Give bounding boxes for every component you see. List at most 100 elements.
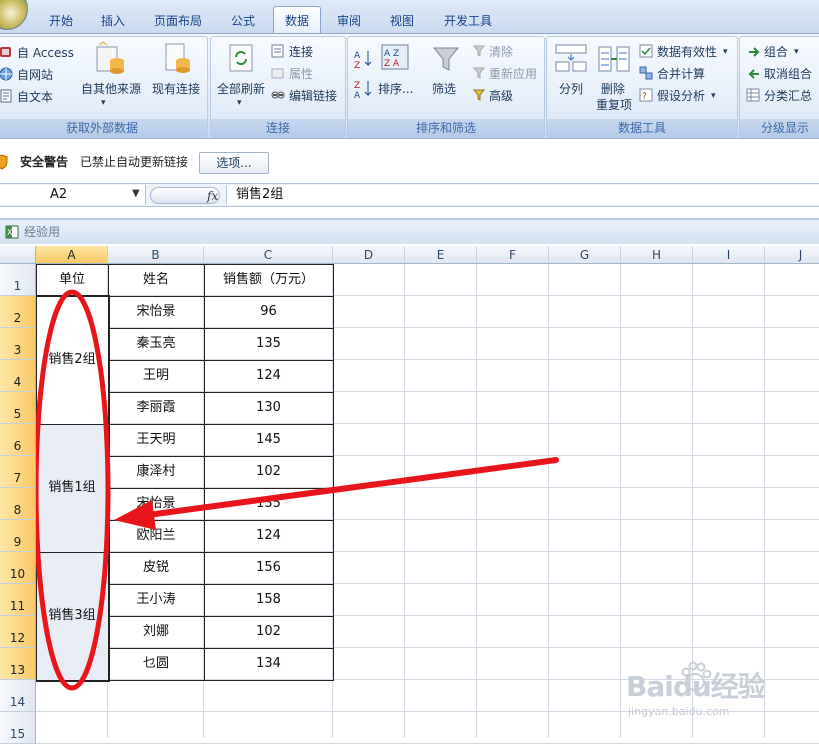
column-header-c[interactable]: C [204, 246, 333, 264]
row-header-12[interactable]: 12 [0, 616, 36, 648]
reapply-button[interactable]: 重新应用 [489, 66, 537, 82]
from-web-button[interactable]: 自网站 [17, 67, 53, 83]
sales-cell[interactable]: 124 [204, 520, 333, 552]
tab-home[interactable]: 开始 [36, 9, 86, 33]
remove-duplicates-button[interactable]: 删除 [601, 81, 625, 97]
group-cell[interactable]: 销售2组 [36, 296, 108, 424]
name-box-dropdown-icon[interactable]: ▼ [132, 186, 140, 202]
group-label-sort-filter: 排序和筛选 [348, 119, 544, 137]
tab-view[interactable]: 视图 [380, 9, 424, 33]
row-header-1[interactable]: 1 [0, 264, 36, 296]
row-header-11[interactable]: 11 [0, 584, 36, 616]
name-cell[interactable]: 乜圆 [108, 648, 204, 680]
name-cell[interactable]: 王天明 [108, 424, 204, 456]
properties-button[interactable]: 属性 [289, 66, 313, 82]
sales-cell[interactable]: 156 [204, 552, 333, 584]
row-header-7[interactable]: 7 [0, 456, 36, 488]
sales-cell[interactable]: 130 [204, 392, 333, 424]
column-header-i[interactable]: I [693, 246, 765, 264]
column-header-b[interactable]: B [108, 246, 204, 264]
column-header-j[interactable]: J [765, 246, 819, 264]
name-cell[interactable]: 康泽村 [108, 456, 204, 488]
advanced-button[interactable]: 高级 [489, 88, 513, 104]
name-cell[interactable]: 宋怡景 [108, 488, 204, 520]
row-header-10[interactable]: 10 [0, 552, 36, 584]
row-header-2[interactable]: 2 [0, 296, 36, 328]
gridline-vertical [620, 264, 621, 738]
svg-text:A: A [354, 91, 361, 99]
edit-links-button[interactable]: 编辑链接 [289, 88, 337, 104]
filter-button[interactable]: 筛选 [432, 81, 456, 97]
name-cell[interactable]: 李丽霞 [108, 392, 204, 424]
text-to-columns-button[interactable]: 分列 [559, 81, 583, 97]
tab-data[interactable]: 数据 [273, 6, 321, 35]
sales-cell[interactable]: 102 [204, 616, 333, 648]
sales-cell[interactable]: 124 [204, 360, 333, 392]
from-access-button[interactable]: 自 Access [17, 45, 74, 61]
sales-cell[interactable]: 145 [204, 424, 333, 456]
consolidate-button[interactable]: 合并计算 [657, 66, 705, 82]
dropdown-arrow-icon: ▾ [237, 98, 242, 108]
consolidate-icon [639, 66, 653, 80]
sales-cell[interactable]: 135 [204, 328, 333, 360]
column-header-g[interactable]: G [549, 246, 621, 264]
name-box[interactable]: A2 ▼ [0, 185, 146, 205]
row-header-9[interactable]: 9 [0, 520, 36, 552]
tab-formulas[interactable]: 公式 [220, 9, 266, 33]
column-header-a[interactable]: A [36, 246, 108, 264]
insert-function-button[interactable]: fx [207, 188, 218, 204]
row-header-15[interactable]: 15 [0, 712, 36, 744]
clear-button[interactable]: 清除 [489, 44, 513, 60]
name-cell[interactable]: 欧阳兰 [108, 520, 204, 552]
tab-insert[interactable]: 插入 [90, 9, 136, 33]
name-cell[interactable]: 王小涛 [108, 584, 204, 616]
name-cell[interactable]: 刘娜 [108, 616, 204, 648]
svg-text:A Z: A Z [384, 49, 399, 59]
row-header-3[interactable]: 3 [0, 328, 36, 360]
formula-input[interactable]: 销售2组 [226, 185, 819, 205]
sales-cell[interactable]: 158 [204, 584, 333, 616]
subtotal-button[interactable]: 分类汇总 [764, 88, 812, 104]
header-cell[interactable]: 单位 [36, 264, 108, 296]
name-cell[interactable]: 王明 [108, 360, 204, 392]
row-header-8[interactable]: 8 [0, 488, 36, 520]
column-header-e[interactable]: E [405, 246, 477, 264]
row-header-5[interactable]: 5 [0, 392, 36, 424]
name-cell[interactable]: 皮锐 [108, 552, 204, 584]
tab-developer[interactable]: 开发工具 [434, 9, 502, 33]
group-cell[interactable]: 销售1组 [36, 424, 108, 552]
data-validation-button[interactable]: 数据有效性 [657, 44, 717, 60]
row-header-14[interactable]: 14 [0, 680, 36, 712]
row-header-4[interactable]: 4 [0, 360, 36, 392]
group-cell[interactable]: 销售3组 [36, 552, 108, 680]
what-if-button[interactable]: 假设分析 [657, 88, 705, 104]
security-options-button[interactable]: 选项... [199, 152, 269, 174]
sort-za-icon: ZA [354, 81, 372, 99]
column-header-d[interactable]: D [333, 246, 405, 264]
from-text-button[interactable]: 自文本 [17, 89, 53, 105]
select-all-corner[interactable] [0, 246, 36, 264]
name-cell[interactable]: 秦玉亮 [108, 328, 204, 360]
tab-page-layout[interactable]: 页面布局 [142, 9, 214, 33]
advanced-filter-icon [472, 89, 486, 101]
sort-button[interactable]: 排序... [378, 81, 413, 97]
group-button[interactable]: 组合 [764, 44, 788, 60]
header-cell[interactable]: 姓名 [108, 264, 204, 296]
connections-button[interactable]: 连接 [289, 44, 313, 60]
header-cell[interactable]: 销售额（万元） [204, 264, 333, 296]
row-header-6[interactable]: 6 [0, 424, 36, 456]
svg-text:A: A [354, 51, 361, 61]
sales-cell[interactable]: 102 [204, 456, 333, 488]
name-cell[interactable]: 宋怡景 [108, 296, 204, 328]
sales-cell[interactable]: 135 [204, 488, 333, 520]
sales-cell[interactable]: 96 [204, 296, 333, 328]
other-sources-button[interactable]: 自其他来源 [81, 81, 141, 97]
column-header-f[interactable]: F [477, 246, 549, 264]
ungroup-button[interactable]: 取消组合 [764, 66, 812, 82]
row-header-13[interactable]: 13 [0, 648, 36, 680]
tab-review[interactable]: 审阅 [327, 9, 371, 33]
column-header-h[interactable]: H [621, 246, 693, 264]
sales-cell[interactable]: 134 [204, 648, 333, 680]
group-label-connections: 连接 [211, 119, 345, 137]
existing-connections-button[interactable]: 现有连接 [152, 81, 200, 97]
